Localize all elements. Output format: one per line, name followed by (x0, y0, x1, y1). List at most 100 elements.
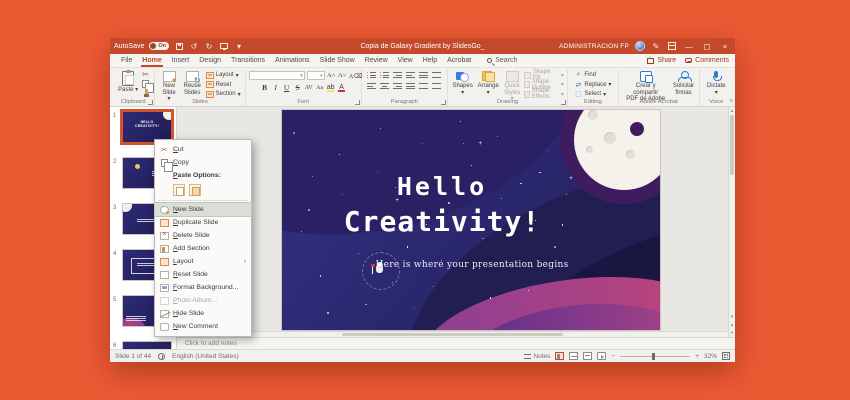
comments-button[interactable]: Comments (685, 57, 729, 64)
shape-effects-button[interactable]: Shape Effects ▾ (524, 90, 564, 99)
reading-view-button[interactable] (583, 352, 592, 360)
next-slide-button[interactable]: ▼ (729, 329, 735, 337)
format-painter-button[interactable] (142, 89, 150, 97)
smartart-button[interactable] (432, 82, 441, 90)
decrease-indent-button[interactable] (393, 71, 402, 79)
columns-button[interactable] (419, 82, 428, 90)
account-name[interactable]: ADMINISTRACION FP (559, 43, 629, 50)
paste-keep-formatting-button[interactable] (173, 184, 185, 196)
slideshow-button[interactable] (219, 41, 229, 51)
numbering-button[interactable] (380, 71, 389, 79)
scroll-up-button[interactable]: ▴ (729, 107, 735, 115)
accessibility-icon[interactable] (158, 353, 165, 360)
clear-formatting-button[interactable]: A⌫ (349, 72, 358, 80)
slide-subtitle[interactable]: Here is where your presentation begins (342, 260, 602, 270)
reuse-slides-button[interactable]: ReuseSlides (182, 70, 203, 97)
slide-canvas[interactable]: +++ Hello Creativity! (282, 110, 660, 330)
tab-transitions[interactable]: Transitions (226, 54, 270, 67)
menu-item-delete-slide[interactable]: Delete Slide (155, 229, 251, 242)
scroll-down-button[interactable]: ▾ (729, 313, 735, 321)
minimize-button[interactable]: — (683, 42, 695, 51)
align-right-button[interactable] (393, 82, 402, 90)
font-size-combo[interactable]: ▾ (307, 71, 325, 80)
slideshow-view-button[interactable] (597, 352, 606, 360)
font-color-button[interactable]: A (337, 84, 346, 91)
tab-animations[interactable]: Animations (270, 54, 315, 67)
autosave-toggle[interactable]: On (149, 42, 169, 50)
redo-button[interactable]: ↻ (204, 41, 214, 51)
section-button[interactable]: Section ▾ (205, 90, 242, 99)
find-button[interactable]: ⌕Find (573, 71, 597, 80)
tab-slide-show[interactable]: Slide Show (315, 54, 360, 67)
save-button[interactable] (174, 41, 184, 51)
menu-item-copy[interactable]: Copy (155, 156, 251, 169)
undo-button[interactable]: ↺ (189, 41, 199, 51)
bullets-button[interactable] (367, 71, 376, 79)
normal-view-button[interactable] (555, 352, 564, 360)
previous-slide-button[interactable]: ▲ (729, 321, 735, 329)
menu-item-paste-options[interactable]: Paste Options: (155, 169, 251, 182)
grow-font-button[interactable]: A˄ (327, 72, 336, 79)
text-highlight-button[interactable]: ab (326, 84, 335, 91)
character-spacing-button[interactable]: AV (304, 85, 313, 91)
fit-slide-button[interactable] (722, 352, 730, 360)
notes-toggle-button[interactable]: Notes (524, 353, 550, 360)
tab-help[interactable]: Help (418, 54, 442, 67)
font-name-combo[interactable]: ▾ (249, 71, 305, 80)
zoom-in-button[interactable]: + (695, 353, 699, 360)
layout-button[interactable]: Layout ▾ (205, 71, 242, 80)
text-direction-button[interactable] (432, 71, 441, 79)
customize-qat-button[interactable]: ▾ (234, 41, 244, 51)
menu-item-hide-slide[interactable]: Hide Slide (155, 307, 251, 320)
menu-item-format-background[interactable]: Format Background... (155, 281, 251, 294)
notes-pane[interactable]: Click to add notes (177, 337, 735, 349)
select-button[interactable]: ⬚Select ▾ (573, 90, 607, 99)
tab-design[interactable]: Design (194, 54, 226, 67)
shrink-font-button[interactable]: A˅ (338, 72, 347, 79)
strikethrough-button[interactable]: S (293, 83, 302, 92)
tab-acrobat[interactable]: Acrobat (442, 54, 476, 67)
justify-button[interactable] (406, 82, 415, 90)
tab-file[interactable]: File (116, 54, 137, 67)
line-spacing-button[interactable] (419, 71, 428, 79)
italic-button[interactable]: I (271, 83, 280, 92)
menu-item-add-section[interactable]: Add Section (155, 242, 251, 255)
vertical-scrollbar[interactable]: ▴ ▾ ▲ ▼ (728, 107, 735, 337)
share-button[interactable]: Share (647, 57, 676, 64)
zoom-level[interactable]: 32% (704, 353, 717, 360)
tab-insert[interactable]: Insert (167, 54, 195, 67)
maximize-button[interactable]: ▢ (701, 42, 713, 51)
shapes-button[interactable]: Shapes ▾ (451, 70, 474, 97)
scrollbar-thumb[interactable] (730, 115, 734, 175)
slide-title[interactable]: Hello Creativity! (322, 172, 562, 238)
zoom-out-button[interactable]: − (611, 353, 615, 360)
paste-button[interactable]: Paste ▾ (116, 70, 140, 95)
slide-thumbnail-6[interactable] (122, 341, 172, 349)
menu-item-new-slide[interactable]: New Slide (155, 203, 251, 216)
clipboard-dialog-launcher[interactable] (148, 100, 153, 105)
collapse-ribbon-button[interactable]: ˄ (729, 99, 733, 105)
menu-item-cut[interactable]: ✂Cut (155, 143, 251, 156)
tab-review[interactable]: Review (360, 54, 393, 67)
tab-view[interactable]: View (393, 54, 418, 67)
increase-indent-button[interactable] (406, 71, 415, 79)
drawing-dialog-launcher[interactable] (561, 100, 566, 105)
bold-button[interactable]: B (260, 83, 269, 92)
menu-item-reset-slide[interactable]: Reset Slide (155, 268, 251, 281)
paste-use-theme-button[interactable] (189, 184, 201, 196)
font-dialog-launcher[interactable] (355, 100, 360, 105)
close-button[interactable]: × (719, 42, 731, 51)
copy-button[interactable] (142, 80, 149, 88)
menu-item-new-comment[interactable]: New Comment (155, 320, 251, 333)
menu-item-duplicate-slide[interactable]: Duplicate Slide (155, 216, 251, 229)
tab-home[interactable]: Home (137, 54, 166, 67)
menu-item-layout[interactable]: Layout› (155, 255, 251, 268)
align-left-button[interactable] (367, 82, 376, 90)
arrange-button[interactable]: Arrange ▾ (476, 70, 500, 97)
reset-button[interactable]: Reset (205, 81, 242, 90)
paragraph-dialog-launcher[interactable] (441, 100, 446, 105)
request-signatures-button[interactable]: Solicitarfirmas (672, 70, 696, 97)
zoom-slider[interactable] (620, 356, 690, 357)
search-box[interactable]: Search (487, 57, 517, 64)
avatar[interactable] (635, 41, 645, 51)
